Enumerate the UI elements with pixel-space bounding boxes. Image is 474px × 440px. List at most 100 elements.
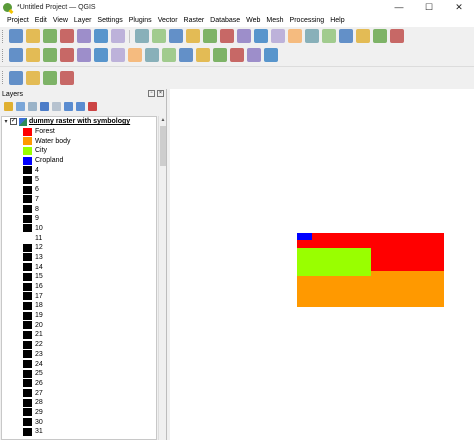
statistical-summary-icon[interactable]: [42, 48, 57, 62]
zoom-next-icon[interactable]: [287, 29, 302, 43]
copy-features-icon[interactable]: [161, 48, 176, 62]
legend-item[interactable]: 18: [2, 301, 156, 311]
maximize-button[interactable]: ☐: [414, 0, 444, 14]
remove-layer-icon[interactable]: [87, 102, 97, 111]
refresh-icon[interactable]: [355, 29, 370, 43]
menu-raster[interactable]: Raster: [181, 17, 208, 24]
plugins-manager-icon[interactable]: [263, 48, 278, 62]
pan-to-selection-icon[interactable]: [151, 29, 166, 43]
legend-item[interactable]: Forest: [2, 127, 156, 137]
legend-item[interactable]: 20: [2, 320, 156, 330]
legend-item[interactable]: 24: [2, 359, 156, 369]
zoom-full-icon[interactable]: [202, 29, 217, 43]
new-print-layout-icon[interactable]: [76, 29, 91, 43]
new-3d-map-view-icon[interactable]: [321, 29, 336, 43]
temporal-controller-icon[interactable]: [338, 29, 353, 43]
layer-row[interactable]: ▾ ✓ dummy raster with symbology: [2, 117, 156, 127]
menu-project[interactable]: Project: [4, 17, 32, 24]
legend-item[interactable]: 11: [2, 233, 156, 243]
minimize-button[interactable]: —: [384, 0, 414, 14]
select-features-icon[interactable]: [389, 29, 404, 43]
legend-item[interactable]: 16: [2, 282, 156, 292]
layer-tree-scrollbar[interactable]: ▲: [158, 116, 166, 440]
legend-item[interactable]: 26: [2, 379, 156, 389]
annotation-tool-icon[interactable]: [8, 70, 23, 85]
legend-item[interactable]: 8: [2, 204, 156, 214]
float-panel-button[interactable]: ▫: [148, 90, 155, 97]
menu-view[interactable]: View: [50, 17, 71, 24]
menu-processing[interactable]: Processing: [287, 17, 328, 24]
open-attribute-table-icon[interactable]: [8, 48, 23, 62]
map-tips-icon[interactable]: [42, 70, 57, 85]
menu-vector[interactable]: Vector: [155, 17, 181, 24]
legend-item[interactable]: Cropland: [2, 156, 156, 166]
save-edits-icon[interactable]: [76, 48, 91, 62]
legend-item[interactable]: 9: [2, 214, 156, 224]
scroll-up-icon[interactable]: ▲: [159, 116, 167, 124]
pan-map-icon[interactable]: [134, 29, 149, 43]
legend-item[interactable]: 14: [2, 262, 156, 272]
scroll-thumb[interactable]: [160, 126, 166, 166]
zoom-out-icon[interactable]: [185, 29, 200, 43]
redo-icon[interactable]: [212, 48, 227, 62]
menu-help[interactable]: Help: [327, 17, 347, 24]
zoom-last-icon[interactable]: [270, 29, 285, 43]
legend-item[interactable]: 19: [2, 311, 156, 321]
field-calculator-icon[interactable]: [25, 48, 40, 62]
legend-item[interactable]: 10: [2, 224, 156, 234]
new-map-view-icon[interactable]: [304, 29, 319, 43]
layer-styling-icon[interactable]: [3, 102, 13, 111]
map-canvas[interactable]: [170, 89, 474, 440]
undo-icon[interactable]: [195, 48, 210, 62]
legend-item[interactable]: City: [2, 146, 156, 156]
menu-web[interactable]: Web: [243, 17, 263, 24]
menu-plugins[interactable]: Plugins: [126, 17, 155, 24]
legend-item[interactable]: 23: [2, 350, 156, 360]
cut-features-icon[interactable]: [144, 48, 159, 62]
legend-item[interactable]: 15: [2, 272, 156, 282]
menu-edit[interactable]: Edit: [32, 17, 50, 24]
expand-all-icon[interactable]: [63, 102, 73, 111]
label-toolbar-icon[interactable]: [229, 48, 244, 62]
filter-expression-icon[interactable]: [51, 102, 61, 111]
layer-visibility-checkbox[interactable]: ✓: [10, 118, 17, 126]
legend-item[interactable]: 30: [2, 417, 156, 427]
python-console-icon[interactable]: [246, 48, 261, 62]
legend-item[interactable]: 4: [2, 165, 156, 175]
new-project-icon[interactable]: [8, 29, 23, 43]
text-annotation-icon[interactable]: [59, 70, 74, 85]
menu-layer[interactable]: Layer: [71, 17, 95, 24]
digitize-toggle-icon[interactable]: [59, 48, 74, 62]
measure-tool-icon[interactable]: [25, 70, 40, 85]
show-layout-manager-icon[interactable]: [93, 29, 108, 43]
vertex-tool-icon[interactable]: [110, 48, 125, 62]
legend-item[interactable]: 13: [2, 253, 156, 263]
save-as-icon[interactable]: [59, 29, 74, 43]
paste-features-icon[interactable]: [178, 48, 193, 62]
zoom-to-layer-icon[interactable]: [236, 29, 251, 43]
legend-item[interactable]: 21: [2, 330, 156, 340]
style-manager-icon[interactable]: [110, 29, 125, 43]
legend-item[interactable]: 29: [2, 408, 156, 418]
zoom-to-selection-icon[interactable]: [219, 29, 234, 43]
digitize-polygon-icon[interactable]: [93, 48, 108, 62]
legend-item[interactable]: 7: [2, 195, 156, 205]
legend-item[interactable]: 5: [2, 175, 156, 185]
legend-item[interactable]: 28: [2, 398, 156, 408]
manage-visibility-icon[interactable]: [27, 102, 37, 111]
menu-database[interactable]: Database: [207, 17, 243, 24]
filter-legend-icon[interactable]: [39, 102, 49, 111]
open-project-icon[interactable]: [25, 29, 40, 43]
add-group-icon[interactable]: [15, 102, 25, 111]
legend-item[interactable]: 6: [2, 185, 156, 195]
toolbar-grip[interactable]: [2, 71, 5, 84]
close-panel-button[interactable]: ×: [157, 90, 164, 97]
legend-item[interactable]: 17: [2, 291, 156, 301]
menu-mesh[interactable]: Mesh: [263, 17, 286, 24]
legend-item[interactable]: Water body: [2, 136, 156, 146]
zoom-in-icon[interactable]: [168, 29, 183, 43]
legend-item[interactable]: 31: [2, 427, 156, 437]
legend-item[interactable]: 12: [2, 243, 156, 253]
save-project-icon[interactable]: [42, 29, 57, 43]
identify-icon[interactable]: [372, 29, 387, 43]
